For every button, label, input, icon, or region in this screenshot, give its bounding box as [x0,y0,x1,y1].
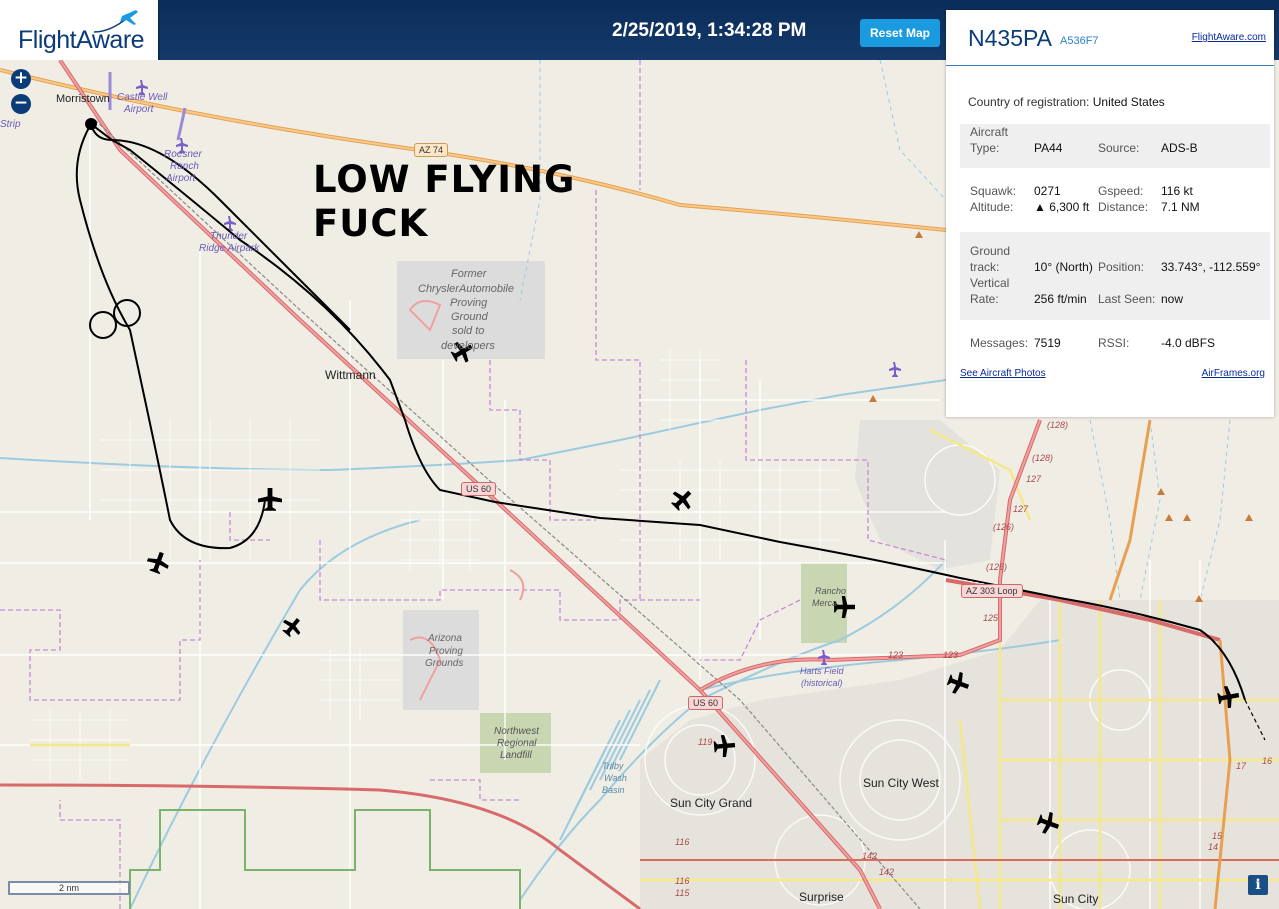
vertical-rate-label-2: Rate: [970,292,999,306]
flightaware-link[interactable]: FlightAware.com [1192,32,1266,43]
zoom-in-button[interactable]: + [11,69,31,89]
annotation-line-1: LOW FLYING [313,158,576,201]
squawk-value: 0271 [1034,184,1061,198]
last-seen-value: now [1161,292,1184,306]
position-value: 33.743°, -112.559° [1161,260,1261,274]
vertical-rate-label-1: Vertical [970,276,1010,290]
altitude-label: Altitude: [970,200,1014,214]
aircraft-registration: N435PA [968,25,1052,51]
ground-track-label-2: track: [970,260,1000,274]
gspeed-value: 116 kt [1161,184,1193,198]
annotation-line-2: FUCK [313,202,429,245]
source-label: Source: [1098,141,1140,155]
messages-label: Messages: [970,336,1029,350]
source-value: ADS-B [1161,141,1198,155]
flightaware-logo[interactable]: FlightAware [0,0,160,60]
rssi-label: RSSI: [1098,336,1130,350]
altitude-value: ▲ 6,300 ft [1034,200,1090,214]
distance-label: Distance: [1098,200,1149,214]
country-label: Country of registration: [968,95,1090,109]
aircraft-info-panel: N435PA A536F7 FlightAware.com Country of… [946,10,1274,417]
aircraft-hex-code: A536F7 [1060,35,1099,47]
rssi-value: -4.0 dBFS [1161,336,1216,350]
see-aircraft-photos-link[interactable]: See Aircraft Photos [960,368,1046,379]
last-seen-label: Last Seen: [1098,292,1156,306]
aircraft-type-value: PA44 [1034,141,1063,155]
gspeed-label: Gspeed: [1098,184,1144,198]
map-annotation: LOW FLYING FUCK [313,158,575,246]
distance-value: 7.1 NM [1161,200,1200,214]
zoom-out-button[interactable]: − [11,94,31,114]
current-datetime: 2/25/2019, 1:34:28 PM [612,20,807,41]
map-info-button[interactable]: i [1248,875,1268,895]
flight-tracker-app: FlightAware 2/25/2019, 1:34:28 PM Reset … [0,0,1279,909]
logo-text: FlightAware [18,26,145,54]
squawk-label: Squawk: [970,184,1017,198]
vertical-rate-value: 256 ft/min [1034,292,1087,306]
country-row: Country of registration: United States [968,95,1165,109]
ground-track-label-1: Ground [970,244,1011,258]
country-value: United States [1092,95,1165,109]
aircraft-type-label-2: Type: [970,141,1000,155]
aircraft-type-label-1: Aircraft [970,125,1009,139]
position-label: Position: [1098,260,1145,274]
airframes-link[interactable]: AirFrames.org [1202,368,1265,379]
messages-value: 7519 [1034,336,1061,350]
scale-bar: 2 nm [8,881,130,895]
ground-track-value: 10° (North) [1034,260,1093,274]
reset-map-button[interactable]: Reset Map [860,19,940,47]
panel-header: N435PA A536F7 FlightAware.com [946,10,1274,66]
